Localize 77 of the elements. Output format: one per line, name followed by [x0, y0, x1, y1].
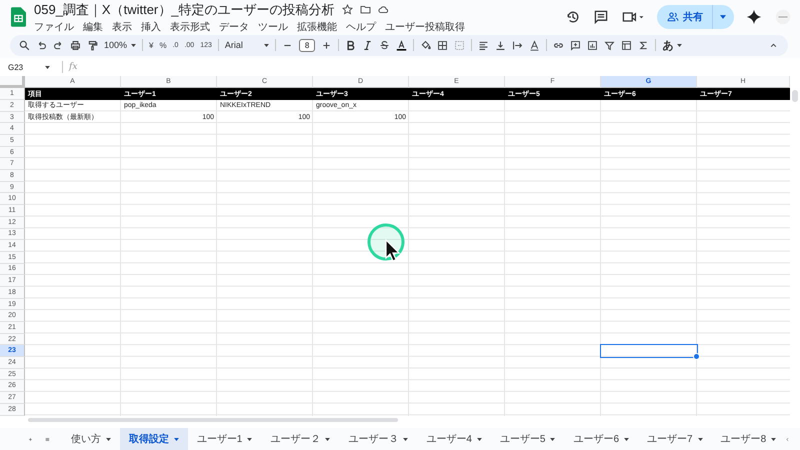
menu-item[interactable]: ファイル [34, 20, 74, 34]
caret-icon [325, 438, 330, 440]
font-size-field[interactable]: 8 [298, 38, 316, 52]
sheet-tab[interactable]: 取得設定 [120, 428, 188, 450]
caret-icon [45, 66, 50, 69]
sheet-tab[interactable]: ユーザー２ [261, 428, 340, 450]
caret-icon [771, 438, 776, 440]
document-title[interactable]: 059_調査｜X（twitter）_特定のユーザーの投稿分析 [34, 0, 334, 19]
undo-icon[interactable] [36, 40, 47, 51]
caret-icon [403, 438, 408, 440]
text-wrap-icon[interactable] [512, 40, 524, 51]
input-tools-dropdown[interactable]: あ [662, 38, 682, 53]
sigma-icon[interactable] [638, 40, 650, 51]
align-icon[interactable] [478, 40, 490, 51]
percent-button[interactable]: % [159, 40, 167, 50]
sheet-tab[interactable]: ユーザー7 [638, 428, 712, 450]
history-icon[interactable] [565, 9, 581, 26]
sheet-tab[interactable]: ユーザー5 [490, 428, 564, 450]
comment-icon[interactable] [593, 9, 609, 26]
star-icon[interactable] [342, 4, 352, 16]
filter-icon[interactable] [604, 40, 616, 51]
strikethrough-icon[interactable] [379, 40, 390, 51]
sheets-logo-icon[interactable] [11, 7, 26, 28]
caret-icon [106, 438, 111, 440]
sparkle-icon[interactable] [746, 9, 762, 26]
share-button[interactable]: 共有 [657, 5, 734, 30]
paint-format-icon[interactable] [87, 40, 98, 51]
text-rotation-icon[interactable] [529, 40, 540, 51]
caret-icon [174, 438, 179, 440]
bold-icon[interactable] [345, 40, 356, 51]
font-dropdown[interactable]: Arial [224, 40, 269, 50]
caret-icon [247, 438, 252, 440]
sheet-tab[interactable]: ユーザー1 [188, 428, 262, 450]
caret-icon [476, 438, 482, 440]
menu-item[interactable]: 表示 [112, 20, 132, 34]
people-icon [667, 11, 679, 24]
cloud-icon[interactable] [378, 4, 388, 16]
name-box[interactable]: G23 [8, 62, 56, 72]
caret-icon [624, 438, 629, 440]
sheet-tab[interactable]: ユーザー4 [417, 428, 491, 450]
selected-cell-outline[interactable] [600, 344, 698, 358]
fx-label: fx [69, 62, 78, 72]
currency-button[interactable]: ¥ [149, 40, 154, 50]
plus-icon[interactable] [321, 40, 332, 51]
menu-item[interactable]: 編集 [83, 20, 103, 34]
menu-item[interactable]: ヘルプ [346, 20, 376, 34]
chart-icon[interactable] [587, 40, 598, 51]
sheet-tab[interactable]: ユーザー３ [339, 428, 418, 450]
zoom-dropdown[interactable]: 100% [104, 40, 136, 50]
menu-item[interactable]: ツール [258, 20, 288, 34]
caret-icon [131, 44, 136, 47]
italic-icon[interactable] [362, 40, 374, 51]
menu-item[interactable]: データ [219, 20, 249, 34]
menu-item[interactable]: ユーザー投稿取得 [385, 20, 465, 34]
sheet-tab[interactable]: ユーザー6 [564, 428, 638, 450]
folder-icon[interactable] [360, 4, 370, 16]
caret-icon [698, 438, 703, 440]
caret-icon [550, 438, 556, 440]
filter-views-icon[interactable] [621, 40, 632, 51]
caret-icon [677, 44, 682, 47]
print-icon[interactable] [70, 40, 81, 51]
merge-cells-icon[interactable] [454, 40, 466, 51]
menu-item[interactable]: 挿入 [141, 20, 161, 34]
borders-icon[interactable] [437, 40, 448, 51]
horizontal-scrollbar[interactable] [0, 416, 800, 428]
caret-icon[interactable] [720, 15, 726, 20]
sheet-tab[interactable]: ユーザー8 [712, 428, 786, 450]
fill-color-icon[interactable] [420, 40, 432, 51]
text-color-icon[interactable] [396, 40, 408, 51]
add-comment-icon[interactable] [570, 40, 582, 51]
menu-item[interactable]: 表示形式 [170, 20, 210, 34]
sheet-tab[interactable]: 使い方 [62, 428, 120, 450]
menu-item[interactable]: 拡張機能 [297, 20, 337, 34]
vertical-align-icon[interactable] [495, 40, 506, 51]
search-icon[interactable] [19, 40, 30, 51]
redo-icon[interactable] [53, 40, 64, 51]
caret-icon [264, 44, 269, 47]
